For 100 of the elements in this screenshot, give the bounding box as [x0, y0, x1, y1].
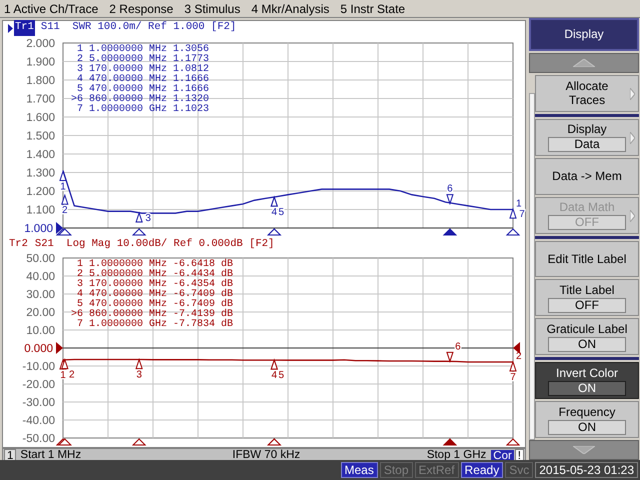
marker-number: 3 [76, 65, 83, 75]
marker-label: 3 [145, 212, 151, 224]
start-frequency: Start 1 MHz [20, 448, 82, 464]
y-tick-label: 1.400 [26, 149, 55, 161]
marker-response: 1.0812 [173, 65, 210, 75]
y-tick-label: 1.200 [26, 186, 55, 198]
softkey-button[interactable]: Graticule Label ON [535, 318, 639, 356]
marker-stimulus: 1.0000000 GHz [89, 105, 168, 115]
status-indicator: Stop [380, 462, 413, 478]
marker-label: 2 [69, 370, 75, 381]
menu-item[interactable]: 5 Instr State [340, 0, 406, 18]
marker-stimulus: 5.0000000 MHz [89, 55, 168, 65]
marker-response: -6.7409 dB [173, 300, 234, 310]
trace-header: S21 Log Mag 10.00dB/ Ref 0.000dB [F2] [34, 237, 274, 252]
scroll-up-button[interactable] [529, 52, 639, 73]
marker-label: 4 [271, 370, 278, 382]
marker-stimulus: 470.00000 MHz [89, 85, 168, 95]
marker-number: >6 [70, 95, 83, 105]
y-tick-label: 1.500 [26, 130, 55, 142]
softkey-button[interactable]: Edit Title Label [535, 240, 639, 278]
y-tick-label: 1.700 [26, 94, 55, 106]
softkey-value: OFF [548, 215, 626, 230]
marker-number: 3 [76, 280, 83, 290]
marker-response: -6.6418 dB [173, 260, 234, 270]
marker-label: 7 [510, 372, 516, 383]
up-triangle-icon [573, 58, 595, 67]
marker-response: -6.4354 dB [173, 280, 234, 290]
y-tick-label: -30.00 [22, 397, 55, 409]
date-time: 2015-05-23 01:23 [535, 462, 638, 478]
y-tick-label: 1.900 [26, 56, 55, 68]
softkey-button[interactable]: Frequency ON [535, 401, 639, 438]
marker-response: 1.3056 [173, 45, 210, 55]
menu-item[interactable]: 3 Stimulus [184, 0, 240, 18]
softkey-button[interactable]: Allocate Traces [535, 74, 639, 112]
marker-number: 4 [76, 290, 83, 300]
marker-number: 2 [76, 270, 83, 280]
status-indicator: Meas [340, 462, 378, 478]
y-tick-label: 1.000 [24, 223, 53, 235]
marker-label: 3 [136, 370, 142, 381]
marker-label: 1 [60, 370, 66, 381]
marker-label: 5 [278, 207, 284, 218]
trace-name[interactable]: Tr2 [8, 237, 29, 253]
marker-label: 6 [447, 184, 453, 195]
marker-response: 1.1773 [173, 55, 210, 65]
menu-item[interactable]: 4 Mkr/Analysis [251, 0, 330, 18]
marker-number: >6 [70, 310, 83, 320]
marker-stimulus: 1.0000000 MHz [89, 45, 168, 55]
y-tick-label: 1.600 [26, 112, 55, 124]
marker-response: -6.4434 dB [173, 270, 234, 280]
y-tick-label: 1.800 [26, 75, 55, 87]
submenu-arrow-icon [630, 88, 635, 100]
marker-label: 5 [278, 370, 284, 382]
marker-number: 5 [76, 300, 83, 310]
trace-header: S11 SWR 100.0m/ Ref 1.000 [F2] [40, 20, 236, 36]
marker-label: 4 [271, 207, 278, 218]
marker-stimulus: 1.0000000 MHz [89, 260, 168, 270]
marker-number: 2 [76, 55, 83, 65]
softkey-button[interactable]: Title Label OFF [535, 279, 639, 316]
softkey-button[interactable]: Invert Color ON [535, 362, 639, 400]
y-tick-label: 1.300 [26, 168, 55, 180]
softkey-value: ON [548, 380, 626, 396]
y-tick-label: 0.000 [24, 343, 53, 355]
y-tick-label: 2.000 [26, 38, 55, 50]
menu-item[interactable]: 1 Active Ch/Trace [4, 0, 98, 18]
softkey-button[interactable]: Display Data [535, 118, 639, 156]
if-bandwidth: IFBW 70 kHz [232, 448, 300, 464]
y-tick-label: -40.00 [22, 415, 55, 427]
trace-end-label: 1 [516, 198, 522, 210]
marker-stimulus: 170.00000 MHz [89, 65, 168, 75]
marker-stimulus: 470.00000 MHz [89, 290, 168, 300]
marker-label: 7 [519, 209, 525, 220]
softkey-value: ON [548, 420, 626, 435]
marker-response: 1.1666 [173, 75, 210, 85]
scrollbar[interactable] [529, 93, 535, 440]
softkey-value: OFF [548, 298, 626, 313]
softkey-button[interactable]: Data -> Mem [535, 158, 639, 195]
marker-number: 4 [76, 75, 83, 85]
marker-number: 1 [76, 260, 83, 270]
marker-response: -7.4139 dB [173, 310, 234, 320]
marker-stimulus: 470.00000 MHz [89, 300, 168, 310]
marker-response: 1.1320 [173, 95, 210, 105]
marker-response: 1.1666 [173, 85, 210, 95]
y-tick-label: 50.00 [26, 253, 55, 265]
scroll-down-button[interactable] [529, 440, 639, 460]
y-tick-label: 1.100 [26, 204, 55, 216]
marker-number: 5 [76, 85, 83, 95]
y-tick-label: 30.00 [26, 289, 55, 301]
marker-stimulus: 860.00000 MHz [89, 95, 168, 105]
status-indicator: Ready [460, 462, 504, 478]
marker-response: 1.1023 [173, 105, 210, 115]
y-tick-label: -20.00 [22, 379, 55, 391]
y-tick-label: 10.00 [26, 325, 55, 337]
y-tick-label: 20.00 [26, 307, 55, 319]
menu-item[interactable]: 2 Response [109, 0, 174, 18]
marker-number: 1 [76, 45, 83, 55]
stop-frequency: Stop 1 GHz [426, 448, 486, 464]
marker-number: 7 [76, 105, 83, 115]
softkey-value: Data [548, 137, 626, 152]
y-tick-label: 40.00 [26, 271, 55, 283]
menu-title: Display [529, 18, 639, 51]
